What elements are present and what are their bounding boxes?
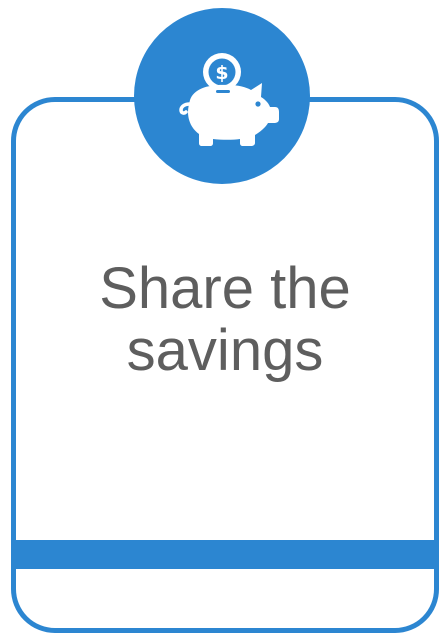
piggy-bank-icon: $ [179,53,279,146]
card-footer-band [16,540,434,569]
card-title: Share the savings [16,258,434,382]
svg-text:$: $ [215,62,228,84]
icon-badge: $ [134,8,310,184]
card-title-line-1: Share the [99,256,351,321]
card-title-line-2: savings [126,318,324,383]
